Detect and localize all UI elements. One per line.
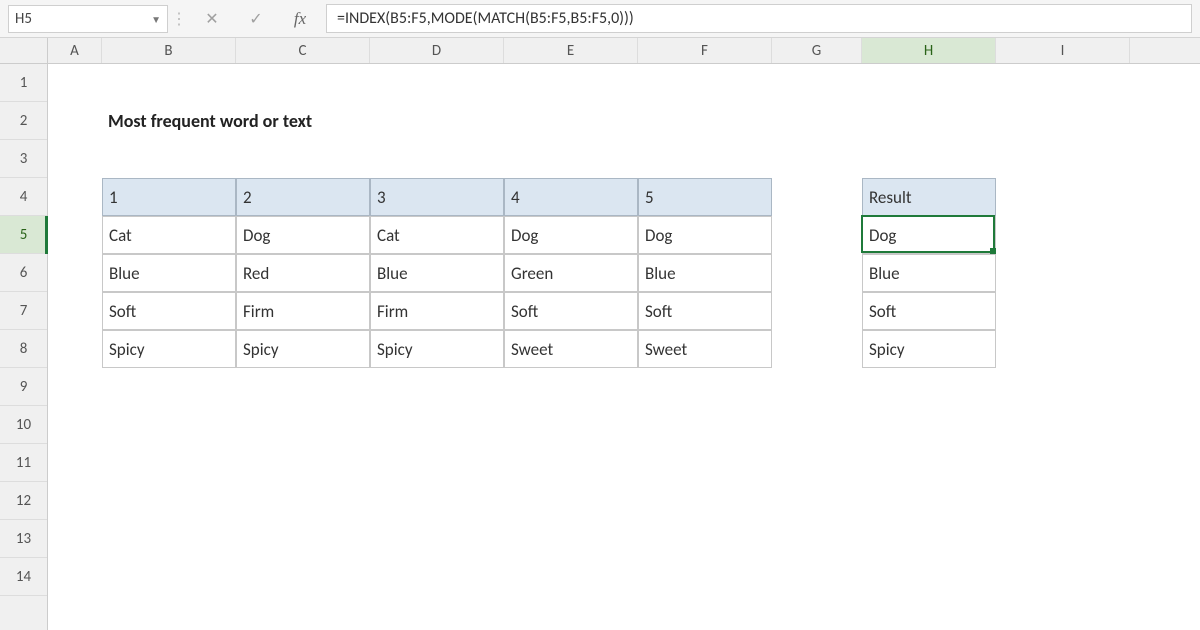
data-cell-r1-c4[interactable]: Dog — [504, 216, 638, 254]
column-header-C[interactable]: C — [236, 38, 370, 63]
result-header[interactable]: Result — [862, 178, 996, 216]
formula-input[interactable]: =INDEX(B5:F5,MODE(MATCH(B5:F5,B5:F5,0))) — [326, 4, 1192, 33]
select-all-corner[interactable] — [0, 38, 48, 64]
row-header-7[interactable]: 7 — [0, 292, 47, 330]
data-cell-r1-c3[interactable]: Cat — [370, 216, 504, 254]
row-header-12[interactable]: 12 — [0, 482, 47, 520]
result-cell-4[interactable]: Spicy — [862, 330, 996, 368]
data-cell-r3-c4[interactable]: Soft — [504, 292, 638, 330]
row-headers: 1234567891011121314 — [0, 64, 48, 630]
data-cell-r3-c3[interactable]: Firm — [370, 292, 504, 330]
row-header-5[interactable]: 5 — [0, 216, 47, 254]
column-header-F[interactable]: F — [638, 38, 772, 63]
cells-area[interactable]: Most frequent word or text 12345 Result Cat… — [48, 64, 1200, 630]
result-cell-3[interactable]: Soft — [862, 292, 996, 330]
worksheet-grid[interactable]: ABCDEFGHI 1234567891011121314 Most frequ… — [0, 38, 1200, 630]
row-header-10[interactable]: 10 — [0, 406, 47, 444]
data-cell-r2-c5[interactable]: Blue — [638, 254, 772, 292]
data-cell-r2-c2[interactable]: Red — [236, 254, 370, 292]
row-header-11[interactable]: 11 — [0, 444, 47, 482]
data-cell-r4-c4[interactable]: Sweet — [504, 330, 638, 368]
row-header-6[interactable]: 6 — [0, 254, 47, 292]
data-header-5[interactable]: 5 — [638, 178, 772, 216]
name-box[interactable]: H5 ▼ — [8, 5, 168, 33]
row-header-3[interactable]: 3 — [0, 140, 47, 178]
data-header-1[interactable]: 1 — [102, 178, 236, 216]
page-title: Most frequent word or text — [102, 102, 702, 140]
row-header-9[interactable]: 9 — [0, 368, 47, 406]
data-cell-r2-c1[interactable]: Blue — [102, 254, 236, 292]
data-cell-r2-c3[interactable]: Blue — [370, 254, 504, 292]
name-box-wrap: H5 ▼ — [0, 0, 168, 38]
column-header-B[interactable]: B — [102, 38, 236, 63]
result-cell-1[interactable]: Dog — [862, 216, 996, 254]
formula-text: =INDEX(B5:F5,MODE(MATCH(B5:F5,B5:F5,0))) — [337, 9, 634, 28]
column-header-E[interactable]: E — [504, 38, 638, 63]
data-cell-r3-c2[interactable]: Firm — [236, 292, 370, 330]
data-cell-r4-c5[interactable]: Sweet — [638, 330, 772, 368]
row-header-4[interactable]: 4 — [0, 178, 47, 216]
data-cell-r3-c5[interactable]: Soft — [638, 292, 772, 330]
row-header-8[interactable]: 8 — [0, 330, 47, 368]
data-cell-r4-c1[interactable]: Spicy — [102, 330, 236, 368]
data-header-3[interactable]: 3 — [370, 178, 504, 216]
data-cell-r4-c2[interactable]: Spicy — [236, 330, 370, 368]
column-header-H[interactable]: H — [862, 38, 996, 63]
data-header-2[interactable]: 2 — [236, 178, 370, 216]
row-header-1[interactable]: 1 — [0, 64, 47, 102]
column-header-A[interactable]: A — [48, 38, 102, 63]
column-headers: ABCDEFGHI — [48, 38, 1200, 64]
formula-bar: H5 ▼ ⋮ ✕ ✓ fx =INDEX(B5:F5,MODE(MATCH(B5… — [0, 0, 1200, 38]
column-header-G[interactable]: G — [772, 38, 862, 63]
formula-bar-divider-icon: ⋮ — [168, 0, 190, 37]
column-header-D[interactable]: D — [370, 38, 504, 63]
data-cell-r1-c5[interactable]: Dog — [638, 216, 772, 254]
accept-icon[interactable]: ✓ — [234, 0, 278, 37]
fx-icon[interactable]: fx — [278, 0, 322, 37]
row-header-14[interactable]: 14 — [0, 558, 47, 596]
active-row-indicator — [45, 216, 48, 254]
data-cell-r1-c1[interactable]: Cat — [102, 216, 236, 254]
name-box-dropdown-icon[interactable]: ▼ — [151, 13, 161, 26]
data-header-4[interactable]: 4 — [504, 178, 638, 216]
cancel-icon[interactable]: ✕ — [190, 0, 234, 37]
name-box-value: H5 — [15, 10, 32, 28]
row-header-13[interactable]: 13 — [0, 520, 47, 558]
result-cell-2[interactable]: Blue — [862, 254, 996, 292]
column-header-I[interactable]: I — [996, 38, 1130, 63]
row-header-2[interactable]: 2 — [0, 102, 47, 140]
data-cell-r2-c4[interactable]: Green — [504, 254, 638, 292]
data-cell-r4-c3[interactable]: Spicy — [370, 330, 504, 368]
data-cell-r1-c2[interactable]: Dog — [236, 216, 370, 254]
data-cell-r3-c1[interactable]: Soft — [102, 292, 236, 330]
